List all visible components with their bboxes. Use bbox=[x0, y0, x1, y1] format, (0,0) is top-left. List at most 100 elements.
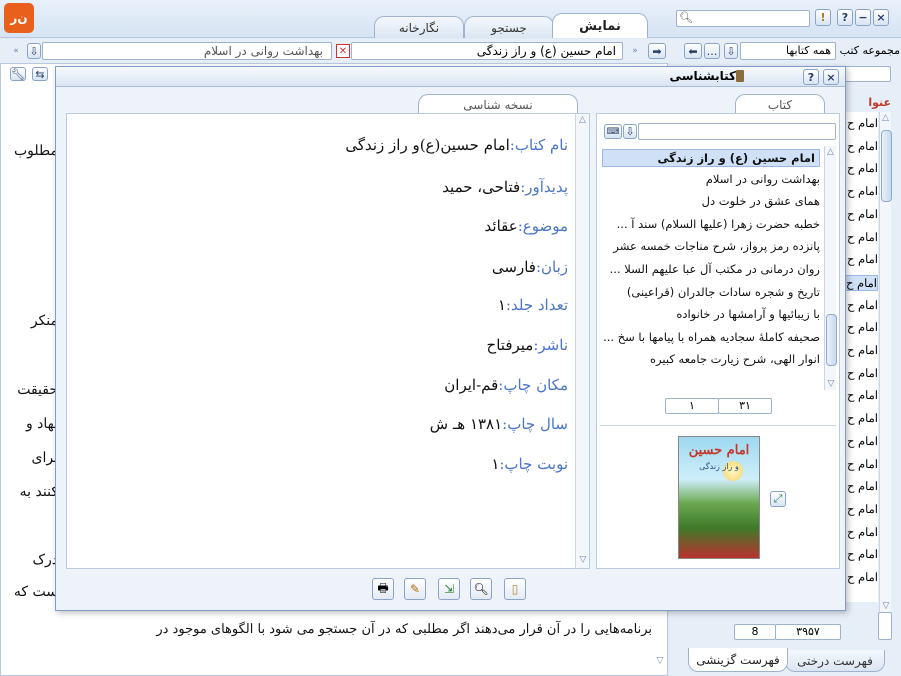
down-arrow-button[interactable]: ⇩ bbox=[27, 43, 41, 59]
toc-item[interactable]: امام ح bbox=[846, 116, 878, 130]
book-list-scroll-thumb[interactable] bbox=[826, 314, 837, 366]
document-icon[interactable]: ▯ bbox=[504, 578, 526, 600]
back-arrow-button[interactable]: ⬅ bbox=[684, 43, 702, 59]
toc-item[interactable]: امام ح bbox=[846, 525, 878, 539]
book-list-item[interactable]: صحیفه کاملهٔ سجادیه همراه با پیامها با س… bbox=[603, 330, 820, 344]
book-filter-down-button[interactable]: ⇩ bbox=[623, 124, 637, 139]
edit-icon[interactable]: ✎ bbox=[404, 578, 426, 600]
more-button[interactable]: … bbox=[704, 43, 720, 59]
dialog-book-icon bbox=[736, 70, 744, 82]
print-icon[interactable]: 🖶 bbox=[372, 578, 394, 600]
toc-item[interactable]: امام ح bbox=[844, 274, 878, 291]
dialog-close-button[interactable]: × bbox=[823, 69, 839, 85]
chevron-up-icon[interactable]: △ bbox=[825, 146, 836, 158]
chevron-down-icon[interactable]: ▽ bbox=[576, 554, 590, 566]
toc-item[interactable]: امام ح bbox=[846, 502, 878, 516]
book-list-item[interactable]: بهداشت روانی در اسلام bbox=[706, 172, 820, 186]
toc-item[interactable]: امام ح bbox=[846, 161, 878, 175]
metadata-list: نام کتاب:امام حسین(ع)و راز زندگی پدیدآور:… bbox=[66, 113, 578, 569]
book-cover-image[interactable]: امام حسین و راز زندگی bbox=[678, 436, 760, 559]
book-filter-input[interactable] bbox=[638, 123, 836, 140]
toc-item[interactable]: امام ح bbox=[846, 230, 878, 244]
toc-item[interactable]: امام ح bbox=[846, 388, 878, 402]
logo-text: ن‌ر bbox=[10, 11, 28, 25]
toc-item[interactable]: امام ح bbox=[846, 547, 878, 561]
double-chevron-left-icon[interactable]: « bbox=[10, 43, 22, 59]
tab-gallery-label: نگارخانه bbox=[398, 20, 440, 35]
metadata-row: موضوع:عقائد bbox=[485, 217, 568, 235]
help-button[interactable]: ? bbox=[837, 9, 853, 26]
tab-book[interactable]: کتاب bbox=[735, 94, 825, 114]
metadata-value: امام حسین(ع)و راز زندگی bbox=[345, 136, 510, 154]
collection-down-button[interactable]: ⇩ bbox=[724, 43, 738, 59]
close-button[interactable]: × bbox=[873, 9, 889, 26]
toc-item[interactable]: امام ح bbox=[846, 343, 878, 357]
toc-item[interactable]: امام ح bbox=[846, 411, 878, 425]
toc-item[interactable]: امام ح bbox=[846, 479, 878, 493]
book-list-item[interactable]: پانزده رمز پرواز، شرح مناجات خمسه عشر bbox=[613, 239, 820, 253]
reader-scroll-down-icon[interactable]: ▽ bbox=[654, 655, 666, 667]
tab-selective-index[interactable]: فهرست گزینشی bbox=[688, 648, 788, 672]
toc-item[interactable]: امام ح bbox=[846, 184, 878, 198]
zoom-icon[interactable]: 🔍︎ bbox=[470, 578, 492, 600]
book-list-item[interactable]: تاریخ و شجره سادات جالدران (قراعینی) bbox=[627, 285, 820, 299]
toc-item[interactable]: امام ح bbox=[846, 320, 878, 334]
chevron-down-icon[interactable]: ▽ bbox=[825, 378, 837, 390]
toc-pager-current[interactable]: 8 bbox=[734, 624, 776, 640]
tab-tree-index[interactable]: فهرست درختی bbox=[785, 650, 885, 672]
toc-item[interactable]: امام ح bbox=[846, 366, 878, 380]
book-panel-divider bbox=[600, 425, 836, 426]
book-list-item[interactable]: با زیبائیها و آرامشها در خانواده bbox=[676, 307, 820, 321]
tab-gallery[interactable]: نگارخانه bbox=[374, 16, 464, 38]
info-button[interactable]: ! bbox=[815, 9, 831, 26]
book-list-item[interactable]: روان درمانی در مکتب آل عبا علیهم السلا .… bbox=[610, 262, 820, 276]
book-list-pager-total: ۳۱ bbox=[718, 398, 772, 414]
toc-scrollbar[interactable]: △ ▽ bbox=[879, 112, 892, 612]
book-list-item[interactable]: همای عشق در خلوت دل bbox=[702, 194, 820, 208]
forward-arrow-button[interactable]: ➡ bbox=[648, 43, 666, 59]
bg-fragment: حقیقت bbox=[17, 382, 58, 398]
toc-item[interactable]: امام ح bbox=[846, 298, 878, 312]
metadata-row: مکان چاپ:قم-ایران bbox=[444, 376, 568, 394]
tab-display[interactable]: نمایش bbox=[552, 13, 648, 38]
book-list-pager-current[interactable]: ۱ bbox=[665, 398, 719, 414]
clear-other-icon[interactable]: ✕ bbox=[336, 44, 350, 58]
current-book-field[interactable]: امام حسین (ع) و راز زندگی bbox=[351, 42, 623, 60]
toc-item[interactable]: امام ح bbox=[846, 139, 878, 153]
book-list-item[interactable]: امام حسین (ع) و راز زندگی bbox=[602, 149, 820, 167]
quick-search-input[interactable]: 🔍︎ bbox=[676, 10, 810, 27]
toc-item[interactable]: امام ح bbox=[846, 570, 878, 584]
book-list-item[interactable]: خطبه حضرت زهرا (علیها السلام) سند آ ... bbox=[617, 217, 820, 231]
metadata-label: نوبت چاپ: bbox=[499, 455, 568, 473]
metadata-scrollbar[interactable]: △ ▽ bbox=[575, 114, 589, 568]
toc-item[interactable]: امام ح bbox=[846, 252, 878, 266]
tab-search[interactable]: جستجو bbox=[464, 16, 554, 38]
tab-edition-info[interactable]: نسخه شناسی bbox=[418, 94, 578, 114]
bg-fragment: منکر bbox=[30, 313, 58, 329]
metadata-label: سال چاپ: bbox=[502, 415, 568, 433]
double-chevron-right-icon[interactable]: » bbox=[629, 43, 641, 59]
metadata-value: فارسی bbox=[491, 258, 536, 276]
dialog-help-button[interactable]: ? bbox=[803, 69, 819, 85]
export-icon[interactable]: ⇲ bbox=[438, 578, 460, 600]
chevron-down-icon[interactable]: ▽ bbox=[880, 600, 892, 612]
book-list-item[interactable]: انوار الهی، شرح زیارت جامعه کبیره bbox=[650, 352, 820, 366]
other-book-field-text: بهداشت روانی در اسلام bbox=[203, 44, 323, 58]
tools-icon[interactable]: 🔧︎ bbox=[10, 67, 26, 81]
toc-item[interactable]: امام ح bbox=[846, 207, 878, 221]
chevron-up-icon[interactable]: △ bbox=[880, 112, 891, 124]
swap-icon[interactable]: ⇆ bbox=[32, 67, 48, 81]
toc-item[interactable]: امام ح bbox=[846, 457, 878, 471]
collection-select[interactable]: همه کتابها bbox=[740, 42, 836, 60]
expand-cover-icon[interactable]: ⤢ bbox=[770, 491, 786, 507]
toc-item[interactable]: امام ح bbox=[846, 434, 878, 448]
book-list-scrollbar[interactable]: △ ▽ bbox=[824, 146, 837, 390]
minimize-button[interactable]: − bbox=[855, 9, 871, 26]
other-book-field[interactable]: بهداشت روانی در اسلام bbox=[42, 42, 332, 60]
keyboard-icon[interactable]: ⌨ bbox=[604, 124, 622, 139]
app-logo[interactable]: ن‌ر bbox=[4, 3, 34, 33]
toc-scroll-thumb[interactable] bbox=[881, 130, 892, 202]
cover-title: امام حسین bbox=[688, 443, 750, 458]
toc-search-input[interactable] bbox=[845, 66, 891, 82]
chevron-up-icon[interactable]: △ bbox=[576, 114, 589, 126]
